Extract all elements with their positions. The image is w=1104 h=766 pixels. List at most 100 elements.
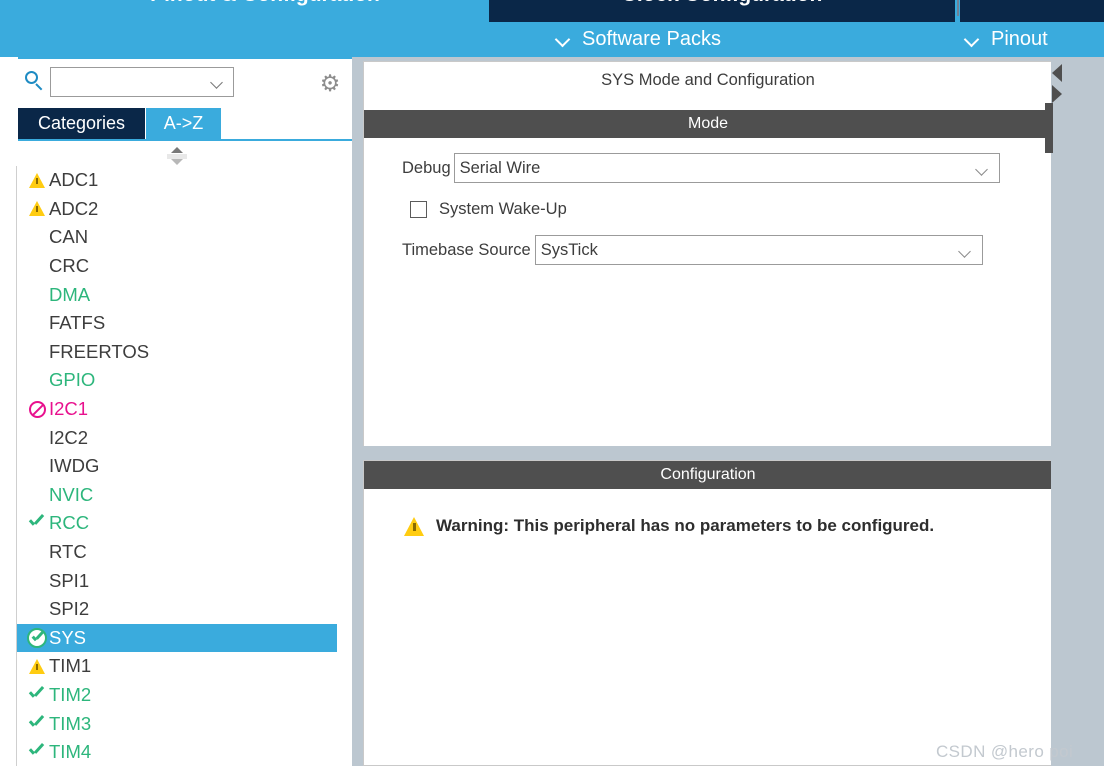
configuration-warning-text: Warning: This peripheral has no paramete… [436, 516, 935, 535]
sidebar-item-tim4[interactable]: TIM4 [17, 738, 337, 766]
search-input[interactable] [55, 71, 214, 95]
warning-icon [25, 195, 49, 224]
sidebar-item-iwdg[interactable]: IWDG [17, 452, 337, 481]
pinout-label: Pinout [991, 28, 1048, 50]
sidebar-item-adc2[interactable]: ADC2 [17, 195, 337, 224]
collapse-left-icon[interactable] [1052, 64, 1062, 82]
system-wakeup-label: System Wake-Up [439, 199, 567, 218]
sidebar-item-freertos[interactable]: FREERTOS [17, 338, 337, 367]
tab-a-to-z[interactable]: A->Z [146, 108, 221, 139]
mode-form: Debug Serial Wire System Wake-Up Timebas… [364, 138, 1052, 446]
pinout-menu[interactable]: Pinout [965, 22, 1048, 57]
software-packs-label: Software Packs [582, 28, 721, 50]
check-icon [25, 509, 49, 538]
tab-separator-1 [957, 0, 959, 16]
sidebar-item-tim1[interactable]: TIM1 [17, 652, 337, 681]
chevron-down-icon [976, 165, 990, 174]
tab-pinout-and-configuration[interactable]: Pinout & Configuration [42, 0, 488, 22]
software-packs-menu[interactable]: Software Packs [556, 22, 721, 57]
sidebar-item-crc[interactable]: CRC [17, 252, 337, 281]
warning-icon [404, 516, 425, 536]
sidebar-item-label: DMA [49, 283, 91, 305]
sidebar-item-sys[interactable]: SYS [17, 623, 337, 653]
search-icon [25, 71, 47, 93]
sidebar-item-rcc[interactable]: RCC [17, 509, 337, 538]
tab-project-manager[interactable] [960, 0, 1104, 22]
configuration-warning: Warning: This peripheral has no paramete… [404, 516, 934, 536]
sidebar-item-label: SPI2 [49, 598, 90, 620]
no-status-icon [25, 223, 49, 252]
scroll-spinner-icon[interactable] [166, 146, 188, 166]
check-icon [25, 738, 49, 766]
gear-icon[interactable]: ⚙ [318, 71, 342, 95]
header-action-bar: Software Packs Pinout [0, 22, 1104, 57]
no-status-icon [25, 423, 49, 452]
sidebar-item-fatfs[interactable]: FATFS [17, 309, 337, 338]
chevron-down-icon [959, 247, 973, 256]
sidebar-item-label: CAN [49, 226, 89, 248]
sidebar-item-adc1[interactable]: ADC1 [17, 166, 337, 195]
no-status-icon [25, 338, 49, 367]
sidebar-item-label: NVIC [49, 483, 94, 505]
sidebar-item-label: CRC [49, 255, 90, 277]
peripheral-list: ADC1 ADC2 CAN CRC DMA FATFS FREERTOS GPIO I2C1 I2… [17, 166, 337, 766]
tab-categories[interactable]: Categories [18, 108, 145, 139]
sidebar-item-label: ADC2 [49, 197, 99, 219]
sidebar-item-label: IWDG [49, 455, 100, 477]
no-status-icon [25, 566, 49, 595]
no-status-icon [25, 538, 49, 567]
search-combobox[interactable] [50, 67, 234, 97]
sidebar-top-rule [18, 57, 352, 59]
configuration-section-header: Configuration [364, 461, 1052, 489]
sidebar-item-label: RCC [49, 512, 90, 534]
sidebar-item-label: TIM4 [49, 741, 92, 763]
sidebar-item-i2c2[interactable]: I2C2 [17, 423, 337, 452]
sidebar-item-can[interactable]: CAN [17, 223, 337, 252]
sidebar-item-tim2[interactable]: TIM2 [17, 681, 337, 710]
sidebar-item-tim3[interactable]: TIM3 [17, 709, 337, 738]
sidebar-item-rtc[interactable]: RTC [17, 538, 337, 567]
configuration-panel: SYS Mode and Configuration Mode Debug Se… [361, 57, 1104, 766]
sidebar-item-label: RTC [49, 541, 87, 563]
watermark: CSDN @hero poi [936, 742, 1074, 761]
no-status-icon [25, 452, 49, 481]
system-wakeup-checkbox[interactable] [410, 200, 427, 218]
warning-icon [25, 166, 49, 195]
sidebar-item-label: TIM2 [49, 683, 92, 705]
sidebar-item-label: I2C1 [49, 398, 89, 420]
mode-card: SYS Mode and Configuration Mode Debug Se… [363, 61, 1053, 446]
chevron-down-icon [556, 31, 573, 48]
peripheral-list-viewport: ADC1 ADC2 CAN CRC DMA FATFS FREERTOS GPIO I2C1 I2… [16, 166, 352, 766]
chevron-down-icon[interactable] [211, 78, 225, 87]
circle-check-icon [25, 624, 49, 653]
check-icon [25, 681, 49, 710]
sidebar-item-spi1[interactable]: SPI1 [17, 566, 337, 595]
timebase-value: SysTick [540, 240, 598, 259]
sidebar-item-gpio[interactable]: GPIO [17, 366, 337, 395]
sidebar-item-label: SYS [49, 626, 87, 648]
tab-clock-configuration[interactable]: Clock Configuration [489, 0, 955, 22]
debug-value: Serial Wire [459, 158, 541, 177]
sidebar-search-row: ⚙ [0, 63, 352, 103]
sidebar-item-label: ADC1 [49, 169, 99, 191]
no-status-icon [25, 481, 49, 510]
chevron-down-icon [965, 31, 982, 48]
panel-collapse-strip [1051, 57, 1063, 766]
sidebar-item-i2c1[interactable]: I2C1 [17, 395, 337, 424]
system-wakeup-row: System Wake-Up [410, 194, 567, 224]
collapse-right-icon[interactable] [1052, 85, 1062, 103]
sidebar-item-label: SPI1 [49, 569, 90, 591]
sidebar-item-spi2[interactable]: SPI2 [17, 595, 337, 624]
sidebar-item-label: TIM1 [49, 655, 92, 677]
no-status-icon [25, 280, 49, 309]
check-icon [25, 709, 49, 738]
sidebar-item-nvic[interactable]: NVIC [17, 481, 337, 510]
panel-divider[interactable] [352, 57, 361, 766]
sidebar-view-tabs: Categories A->Z [18, 108, 352, 139]
sidebar-item-dma[interactable]: DMA [17, 280, 337, 309]
panel-collapse-handle[interactable] [1045, 103, 1053, 153]
no-status-icon [25, 252, 49, 281]
debug-select[interactable]: Serial Wire [453, 153, 1000, 183]
timebase-select[interactable]: SysTick [534, 235, 983, 265]
sidebar-item-label: FATFS [49, 312, 106, 334]
